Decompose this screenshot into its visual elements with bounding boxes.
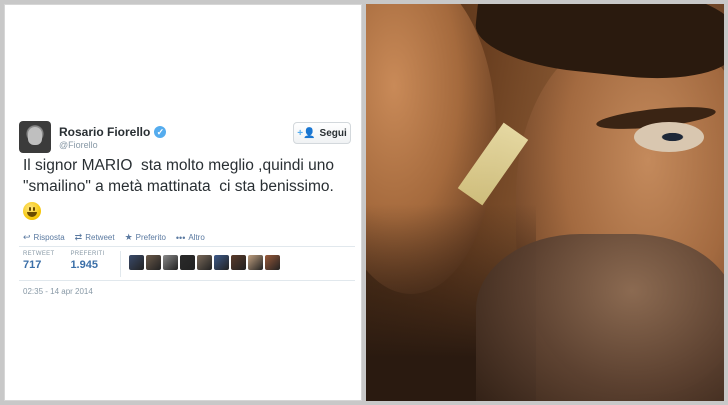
tweet-timestamp[interactable]: 02:35 - 14 apr 2014 <box>23 287 93 296</box>
favoriter-avatar[interactable] <box>231 255 246 270</box>
retweet-stat-label: RETWEET <box>23 251 55 257</box>
follow-button[interactable]: +👤 Segui <box>293 122 351 144</box>
reply-icon: ↩ <box>23 232 31 242</box>
retweet-label: Retweet <box>85 233 115 242</box>
favorites-stat-label: PREFERITI <box>70 251 105 257</box>
favoriter-avatar[interactable] <box>163 255 178 270</box>
stats-bottom-divider <box>19 280 355 281</box>
more-button[interactable]: ••• Altro <box>176 232 205 243</box>
stats-separator <box>120 251 122 277</box>
verified-badge-icon: ✓ <box>154 126 167 138</box>
follow-user-icon: +👤 <box>297 127 316 139</box>
reply-label: Risposta <box>33 233 65 242</box>
retweet-button[interactable]: ⇄ Retweet <box>75 232 115 243</box>
favorite-button[interactable]: ★ Preferito <box>125 232 166 243</box>
favoriter-avatar[interactable] <box>146 255 161 270</box>
author-name[interactable]: Rosario Fiorello <box>59 125 150 139</box>
retweet-count: 717 <box>23 259 42 271</box>
favoriter-avatar[interactable] <box>265 255 280 270</box>
more-icon: ••• <box>175 232 186 243</box>
avatar-face <box>28 127 42 145</box>
stats-top-divider <box>19 246 355 247</box>
favoriter-avatar[interactable] <box>197 255 212 270</box>
follow-button-label: Segui <box>319 127 347 139</box>
favoriter-avatar[interactable] <box>248 255 263 270</box>
favoriter-avatar[interactable] <box>129 255 144 270</box>
favorites-stat[interactable]: PREFERITI 1.945 <box>70 251 104 277</box>
author-name-line: Rosario Fiorello ✓ <box>59 125 167 139</box>
more-label: Altro <box>188 233 205 242</box>
author-avatar[interactable] <box>19 121 51 153</box>
tweet-text: Il signor MARIO sta molto meglio ,quindi… <box>23 157 334 195</box>
favoriter-avatar[interactable] <box>214 255 229 270</box>
photo-eye <box>634 122 704 152</box>
tweet-actions: ↩ Risposta ⇄ Retweet ★ Preferito ••• Alt… <box>23 232 205 243</box>
tweet-card: Rosario Fiorello ✓ @Fiorello +👤 Segui Il… <box>4 4 362 401</box>
retweet-icon: ⇄ <box>74 232 83 242</box>
photo-beard <box>476 234 724 401</box>
smiley-emoji-icon <box>23 202 41 220</box>
tweet-stats: RETWEET 717 PREFERITI 1.945 <box>23 251 122 277</box>
reply-button[interactable]: ↩ Risposta <box>23 232 65 243</box>
retweet-stat[interactable]: RETWEET 717 <box>23 251 54 277</box>
star-icon: ★ <box>124 232 133 242</box>
favorite-label: Preferito <box>135 233 166 242</box>
favoriters-avatars <box>129 255 280 270</box>
selfie-photo <box>366 4 724 401</box>
tweet-header: Rosario Fiorello ✓ @Fiorello +👤 Segui <box>19 121 355 155</box>
emoji-mouth <box>27 212 37 217</box>
author-handle[interactable]: @Fiorello <box>59 140 98 150</box>
favorites-count: 1.945 <box>70 259 98 271</box>
favoriter-avatar[interactable] <box>180 255 195 270</box>
